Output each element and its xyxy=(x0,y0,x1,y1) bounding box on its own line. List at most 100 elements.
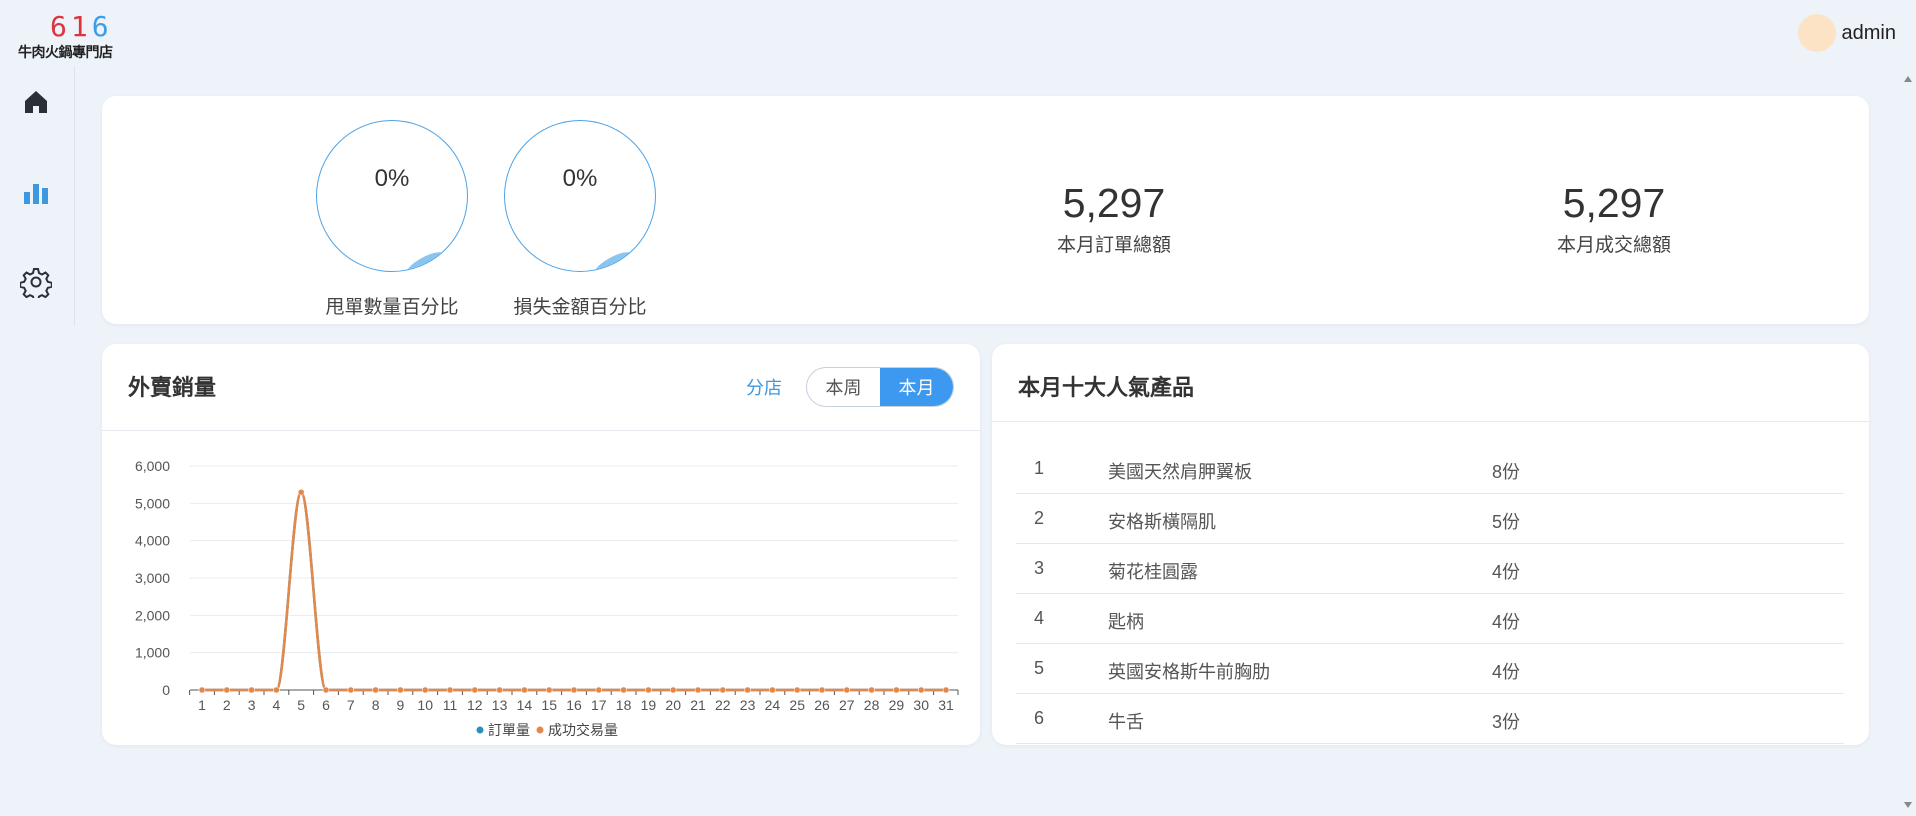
monthly-deal-total: 5,297 xyxy=(1562,180,1666,226)
data-point xyxy=(322,686,330,694)
gauge-dropped-orders: 0% xyxy=(316,120,468,272)
x-tick-label: 13 xyxy=(492,697,508,713)
gauge-value: 0% xyxy=(562,165,598,192)
logo-text: 牛肉火鍋專門店 xyxy=(18,45,113,61)
data-point xyxy=(719,686,727,694)
gauge-value: 0% xyxy=(374,165,410,192)
x-tick-label: 24 xyxy=(765,697,781,713)
data-point xyxy=(669,686,677,694)
data-point xyxy=(818,686,826,694)
x-tick-label: 4 xyxy=(273,697,281,713)
product-name: 牛舌 xyxy=(1108,712,1144,732)
product-name: 匙柄 xyxy=(1108,612,1144,632)
data-point xyxy=(545,686,553,694)
x-tick-label: 22 xyxy=(715,697,731,713)
delivery-sales-card: 外賣銷量 分店 本周 本月 0 1,000 2,000 3,000 4,000 5,000… xyxy=(102,344,980,745)
data-point xyxy=(893,686,900,694)
x-tick-label: 8 xyxy=(372,697,380,713)
list-item: 4 匙柄 4份 xyxy=(1016,594,1844,644)
home-icon[interactable] xyxy=(20,86,52,118)
list-item: 6 牛舌 3份 xyxy=(1016,694,1844,744)
username: admin xyxy=(1841,21,1896,44)
gauge-wave xyxy=(404,248,446,271)
top-bar: 616 牛肉火鍋專門店 admin xyxy=(0,0,1916,66)
list-item: 2 安格斯橫隔肌 5份 xyxy=(1016,494,1844,544)
data-point xyxy=(843,686,851,694)
data-point xyxy=(645,686,652,694)
x-tick-label: 25 xyxy=(789,697,805,713)
x-tick-label: 18 xyxy=(616,697,632,713)
avatar[interactable] xyxy=(1797,14,1836,52)
x-tick-label: 15 xyxy=(541,697,557,713)
x-tick-label: 10 xyxy=(417,697,433,713)
x-tick-label: 28 xyxy=(864,697,880,713)
logo-number: 616 xyxy=(50,10,113,43)
x-tick-label: 17 xyxy=(591,697,607,713)
x-tick-label: 23 xyxy=(740,697,756,713)
data-point xyxy=(942,686,950,694)
x-tick-label: 3 xyxy=(248,697,256,713)
series-line xyxy=(202,490,946,692)
y-tick-label: 2,000 xyxy=(135,607,170,623)
legend-marker xyxy=(476,726,484,734)
gear-icon[interactable] xyxy=(19,266,53,302)
y-tick-label: 4,000 xyxy=(135,533,170,549)
bar-chart-icon[interactable] xyxy=(20,176,52,208)
legend-label: 訂單量 xyxy=(488,722,530,738)
legend-label: 成功交易量 xyxy=(548,722,618,738)
x-tick-label: 19 xyxy=(641,697,657,713)
x-tick-label: 7 xyxy=(347,697,355,713)
data-point xyxy=(273,686,280,694)
y-tick-label: 6,000 xyxy=(135,458,170,474)
user-menu[interactable]: admin xyxy=(1797,14,1896,52)
legend-marker xyxy=(536,726,544,734)
top-products-card: 本月十大人氣產品 1 美國天然肩胛翼板 8份 2 安格斯橫隔肌 5份 3 菊花桂圓露 4份 4 匙柄… xyxy=(992,344,1869,745)
product-name: 菊花桂圓露 xyxy=(1108,562,1198,582)
rank-number: 2 xyxy=(1034,508,1045,528)
rank-number: 1 xyxy=(1034,458,1045,478)
data-point xyxy=(868,686,875,694)
data-point xyxy=(521,686,528,694)
data-point xyxy=(793,686,801,694)
product-qty: 5份 xyxy=(1492,512,1521,532)
scroll-down-icon[interactable] xyxy=(1904,802,1912,808)
data-point xyxy=(421,686,429,694)
x-tick-label: 21 xyxy=(690,697,706,713)
x-tick-label: 2 xyxy=(223,697,231,713)
data-point xyxy=(744,686,751,694)
rank-number: 6 xyxy=(1034,708,1045,728)
rank-number: 5 xyxy=(1034,658,1045,678)
y-tick-label: 0 xyxy=(162,682,170,698)
data-point xyxy=(248,686,255,694)
data-point xyxy=(620,686,627,694)
product-qty: 3份 xyxy=(1492,712,1521,732)
product-name: 美國天然肩胛翼板 xyxy=(1108,462,1252,482)
data-point xyxy=(917,686,925,694)
gauge-label: 甩單數量百分比 xyxy=(325,297,459,318)
product-qty: 4份 xyxy=(1492,562,1521,582)
logo[interactable]: 616 牛肉火鍋專門店 xyxy=(18,10,134,62)
divider xyxy=(992,421,1869,422)
scroll-up-icon[interactable] xyxy=(1904,76,1912,82)
x-tick-label: 16 xyxy=(566,697,582,713)
data-point xyxy=(595,686,603,694)
rank-number: 4 xyxy=(1034,608,1045,628)
data-point xyxy=(496,686,503,694)
list-item: 1 美國天然肩胛翼板 8份 xyxy=(1016,444,1844,494)
gauge-loss-amount: 0% xyxy=(504,120,656,272)
x-tick-label: 20 xyxy=(665,697,681,713)
page-scrollbar[interactable] xyxy=(1900,66,1916,816)
stats-card: 0% 甩單數量百分比 0% 損失金額百分比 5,297 本月訂單總額 5,297… xyxy=(102,96,1869,324)
data-point xyxy=(198,686,206,694)
product-name: 英國安格斯牛前胸肋 xyxy=(1108,662,1270,682)
data-point xyxy=(372,686,379,694)
x-tick-label: 5 xyxy=(297,697,305,713)
x-tick-label: 14 xyxy=(517,697,533,713)
rank-number: 3 xyxy=(1034,558,1045,578)
x-tick-label: 26 xyxy=(814,697,830,713)
x-tick-label: 1 xyxy=(198,697,206,713)
x-tick-label: 29 xyxy=(889,697,905,713)
list-item: 5 英國安格斯牛前胸肋 4份 xyxy=(1016,644,1844,694)
x-tick-label: 31 xyxy=(938,697,954,713)
y-tick-label: 1,000 xyxy=(135,645,170,661)
